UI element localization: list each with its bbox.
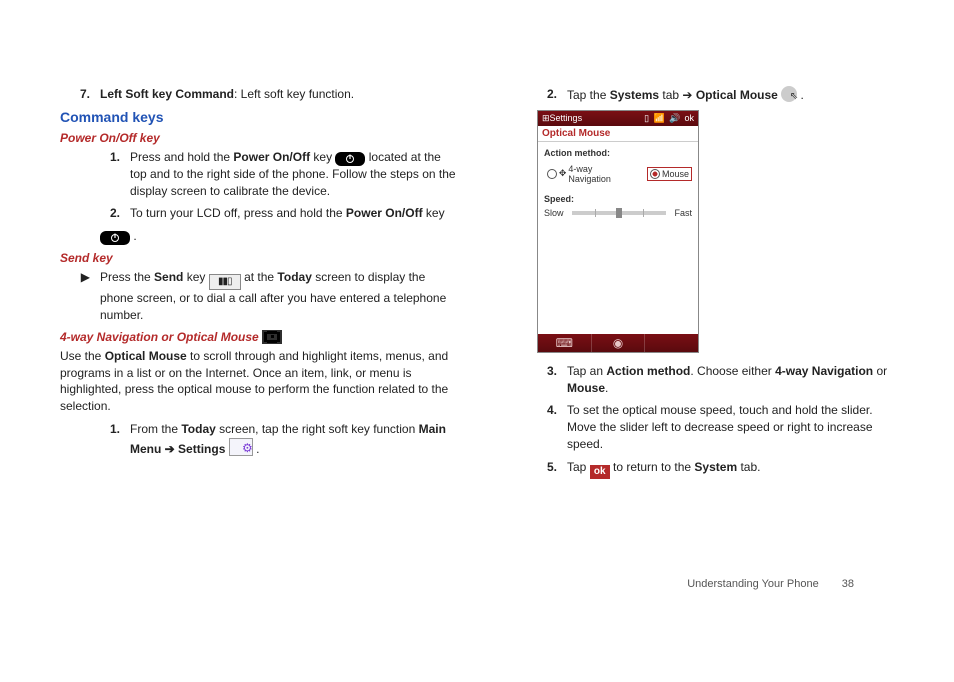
list-text: To set the optical mouse speed, touch an… — [567, 402, 894, 452]
soft-right-icon[interactable] — [645, 334, 698, 352]
page-number: 38 — [842, 578, 854, 590]
list-item: 2. Tap the Systems tab ➔ Optical Mouse . — [527, 86, 894, 104]
slow-label: Slow — [544, 208, 564, 218]
list-text: Tap ok to return to the System tab. — [567, 459, 894, 479]
phone-body: Action method: ✥ 4-way Navigation Mouse … — [538, 142, 698, 334]
list-item: 4. To set the optical mouse speed, touch… — [527, 402, 894, 452]
win-start-icon: ⊞ — [542, 113, 550, 124]
heading-command-keys: Command keys — [60, 109, 457, 125]
power-key-icon — [335, 152, 365, 166]
speed-slider[interactable] — [572, 211, 667, 215]
list-item: 2. To turn your LCD off, press and hold … — [90, 205, 457, 222]
list-number: 1. — [90, 421, 130, 458]
heading-send-key: Send key — [60, 251, 457, 265]
slider-thumb[interactable] — [616, 208, 622, 218]
speed-slider-row: Slow Fast — [544, 208, 692, 218]
soft-left-icon[interactable]: ⌨ — [538, 334, 592, 352]
list-number: 3. — [527, 363, 567, 397]
phone-screenshot: ⊞ Settings ▯ 📶 🔊 ok Optical Mouse Action… — [537, 110, 699, 353]
phone-win-title: Settings — [550, 113, 583, 123]
bullet-text: Press the Send key ▮▮▯ at the Today scre… — [100, 269, 457, 324]
ok-button[interactable]: ok — [684, 113, 694, 123]
settings-icon — [229, 438, 253, 456]
page-footer: Understanding Your Phone 38 — [687, 578, 854, 590]
phone-titlebar: ⊞ Settings ▯ 📶 🔊 ok — [538, 111, 698, 126]
ok-icon: ok — [590, 465, 610, 479]
phone-soft-bar: ⌨ ◉ — [538, 334, 698, 352]
document-page: 7. Left Soft key Command: Left soft key … — [0, 0, 954, 682]
list-number: 2. — [527, 86, 567, 104]
send-key-icon: ▮▮▯ — [209, 274, 241, 290]
heading-power-key: Power On/Off key — [60, 131, 457, 145]
list-text: Tap an Action method. Choose either 4-wa… — [567, 363, 894, 397]
paragraph: Use the Optical Mouse to scroll through … — [60, 348, 457, 415]
power-key-icon — [100, 231, 130, 245]
right-column: 2. Tap the Systems tab ➔ Optical Mouse .… — [497, 86, 894, 642]
list-item: 5. Tap ok to return to the System tab. — [527, 459, 894, 479]
bullet-item: ▶ Press the Send key ▮▮▯ at the Today sc… — [60, 269, 457, 324]
list-text: To turn your LCD off, press and hold the… — [130, 205, 457, 222]
list-text: Left Soft key Command: Left soft key fun… — [100, 86, 457, 103]
soft-center-icon[interactable]: ◉ — [592, 334, 646, 352]
list-item: 1. From the Today screen, tap the right … — [90, 421, 457, 458]
option-mouse[interactable]: Mouse — [647, 167, 692, 181]
list-number: 5. — [527, 459, 567, 479]
action-method-options: ✥ 4-way Navigation Mouse — [544, 162, 692, 186]
arrows-icon: ✥ — [559, 168, 567, 179]
option-4way[interactable]: ✥ 4-way Navigation — [544, 162, 639, 186]
list-item: 1. Press and hold the Power On/Off key l… — [90, 149, 457, 200]
list-continuation: . — [100, 228, 457, 245]
radio-icon — [547, 169, 557, 179]
triangle-bullet-icon: ▶ — [60, 269, 100, 324]
phone-tab: Optical Mouse — [538, 126, 698, 142]
list-text: From the Today screen, tap the right sof… — [130, 421, 457, 458]
list-number: 7. — [60, 86, 100, 103]
list-text: Tap the Systems tab ➔ Optical Mouse . — [567, 86, 894, 104]
left-column: 7. Left Soft key Command: Left soft key … — [60, 86, 457, 642]
list-item: 3. Tap an Action method. Choose either 4… — [527, 363, 894, 397]
status-icons: ▯ 📶 🔊 — [644, 113, 681, 124]
speed-label: Speed: — [544, 194, 692, 204]
heading-4way-nav: 4-way Navigation or Optical Mouse — [60, 330, 457, 344]
fast-label: Fast — [674, 208, 692, 218]
list-item: 7. Left Soft key Command: Left soft key … — [60, 86, 457, 103]
term: Left Soft key Command — [100, 87, 234, 101]
action-method-label: Action method: — [544, 148, 692, 158]
list-text: Press and hold the Power On/Off key loca… — [130, 149, 457, 200]
optical-mouse-icon — [781, 86, 797, 102]
nav-pad-icon — [262, 330, 282, 344]
footer-section: Understanding Your Phone — [687, 578, 819, 590]
list-number: 2. — [90, 205, 130, 222]
list-number: 4. — [527, 402, 567, 452]
list-number: 1. — [90, 149, 130, 200]
radio-filled-icon — [650, 169, 660, 179]
